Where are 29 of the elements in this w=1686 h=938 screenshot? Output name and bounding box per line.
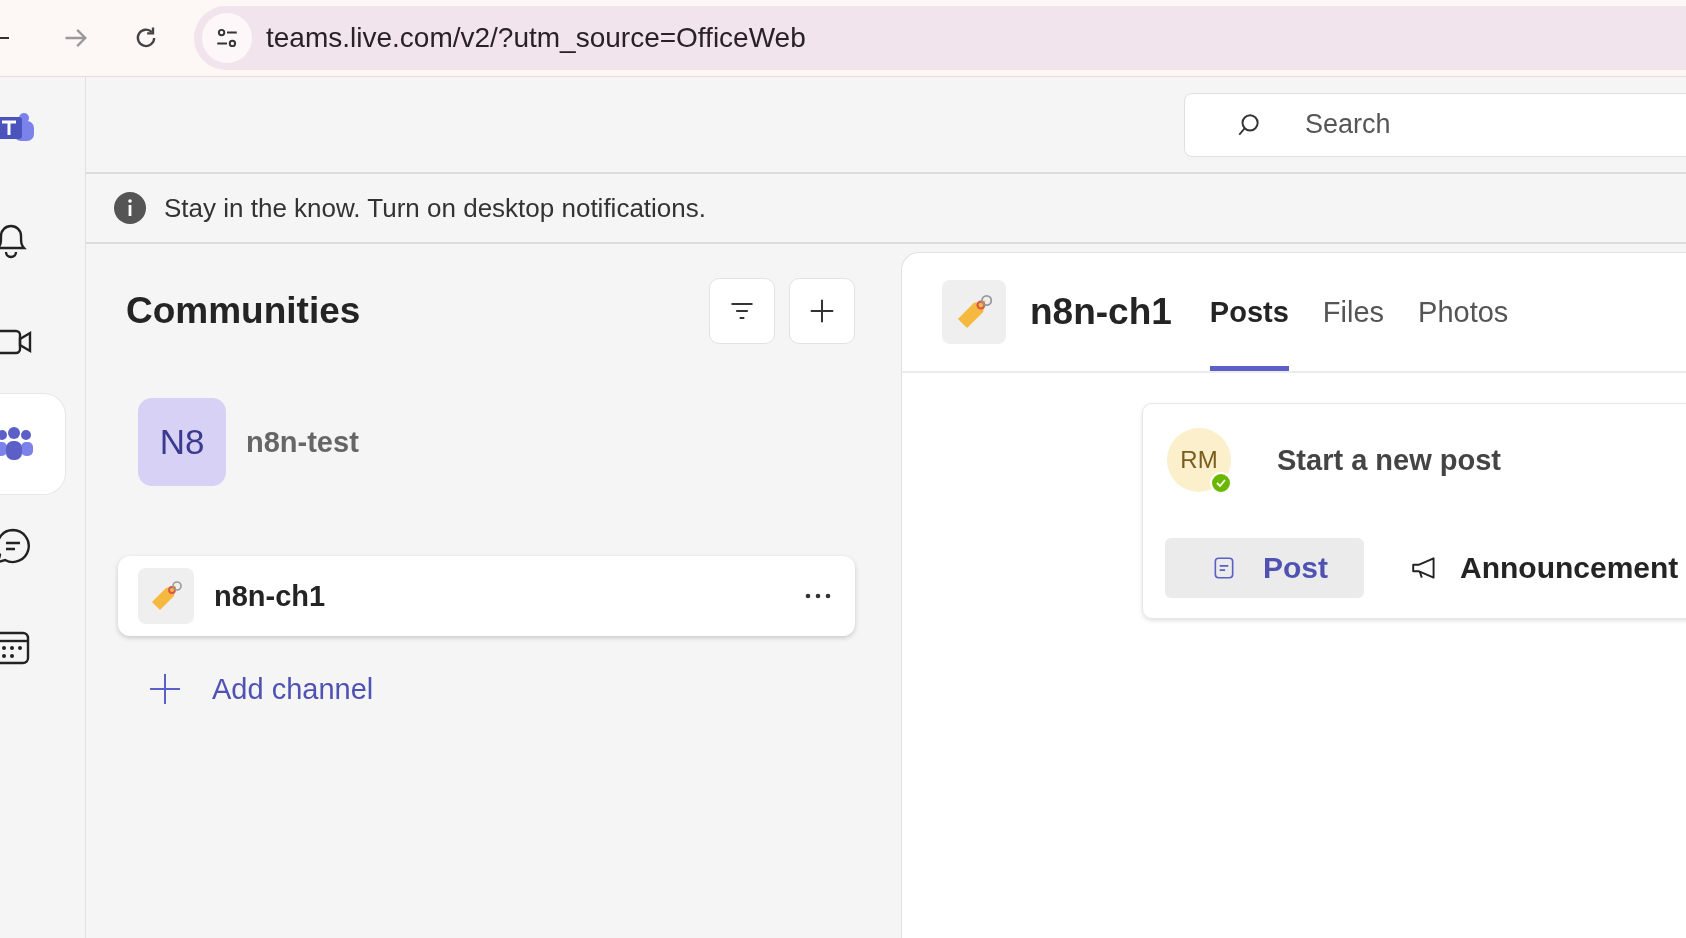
address-bar[interactable]: teams.live.com/v2/?utm_source=OfficeWeb bbox=[194, 6, 1686, 70]
chat-bubble-icon bbox=[0, 527, 32, 565]
calendar-icon bbox=[0, 629, 32, 667]
add-channel-link[interactable]: Add channel bbox=[212, 672, 374, 706]
video-camera-icon bbox=[0, 327, 34, 357]
url-text: teams.live.com/v2/?utm_source=OfficeWeb bbox=[266, 22, 806, 54]
search-icon bbox=[1236, 111, 1262, 138]
community-avatar[interactable]: N8 bbox=[138, 398, 226, 486]
channel-title: n8n-ch1 bbox=[1030, 291, 1172, 333]
tab[interactable]: Photos bbox=[1418, 253, 1509, 371]
search-field[interactable]: Search bbox=[1184, 92, 1686, 157]
tag-icon bbox=[138, 568, 194, 624]
more-options-icon[interactable] bbox=[805, 593, 831, 599]
channel-item[interactable]: n8n-ch1 bbox=[118, 556, 855, 636]
notification-message: Stay in the know. Turn on desktop notifications. bbox=[164, 192, 706, 224]
tab[interactable]: Posts bbox=[1209, 253, 1289, 371]
site-settings-button[interactable] bbox=[202, 13, 252, 63]
post-type-button[interactable]: Post bbox=[1165, 538, 1364, 598]
new-post-prompt[interactable]: Start a new post bbox=[1277, 443, 1501, 477]
community-name[interactable]: n8n-test bbox=[246, 425, 359, 459]
panel-title: Communities bbox=[126, 290, 361, 332]
plus-icon bbox=[148, 672, 182, 706]
post-type-button[interactable]: Announcement bbox=[1410, 538, 1679, 598]
info-icon bbox=[114, 192, 146, 224]
channel-name: n8n-ch1 bbox=[214, 579, 327, 613]
user-avatar: RM bbox=[1167, 428, 1231, 492]
people-icon bbox=[0, 427, 34, 461]
tag-icon bbox=[942, 280, 1006, 344]
tab[interactable]: Files bbox=[1322, 253, 1385, 371]
